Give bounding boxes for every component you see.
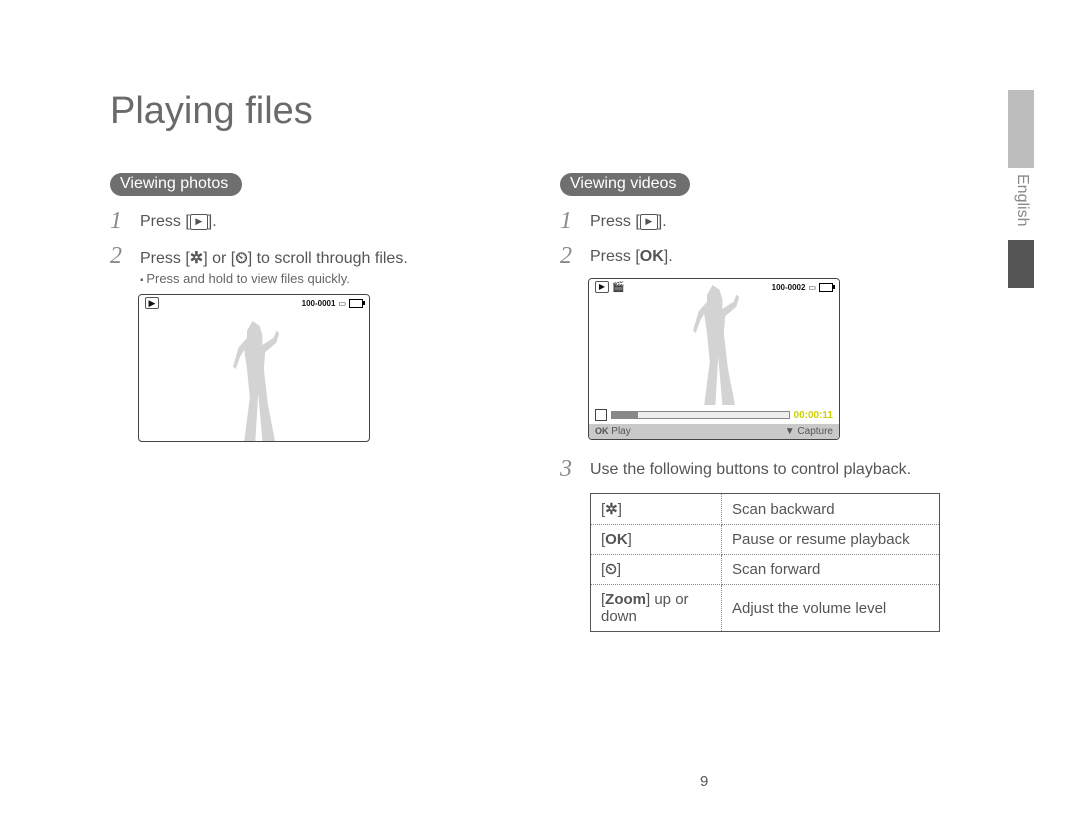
ok-icon: OK — [640, 248, 664, 265]
heading-viewing-videos: Viewing videos — [560, 173, 690, 196]
step-text: Press [OK]. — [590, 243, 673, 270]
timer-icon: ⏲ — [605, 561, 617, 578]
progress-bar — [611, 411, 790, 419]
elapsed-time: 00:00:11 — [794, 410, 833, 421]
step-text: Press [✲] or [⏲] to scroll through files… — [140, 243, 408, 286]
step-subtext: Press and hold to view files quickly. — [140, 271, 408, 286]
card-icon: ▭ — [808, 283, 816, 292]
playback-mode-icon: ▶ — [145, 297, 159, 309]
table-cell-action: Scan backward — [722, 494, 940, 525]
playback-mode-icon: ▶ — [595, 281, 609, 293]
table-row: [⏲] Scan forward — [591, 555, 940, 585]
table-row: [OK] Pause or resume playback — [591, 525, 940, 555]
flash-icon: ✲ — [605, 501, 618, 518]
silhouette — [679, 285, 749, 405]
file-counter: 100-0001 — [302, 299, 336, 308]
battery-icon — [819, 283, 833, 292]
ok-icon: OK — [605, 531, 628, 548]
step-text: Press [▶]. — [140, 208, 217, 235]
controls-table: [✲] Scan backward [OK] Pause or resume p… — [590, 493, 940, 632]
left-column: Viewing photos 1 Press [▶]. 2 Press [✲] … — [110, 173, 510, 632]
step-number: 2 — [110, 243, 140, 286]
heading-viewing-photos: Viewing photos — [110, 173, 242, 196]
table-row: [Zoom] up or down Adjust the volume leve… — [591, 585, 940, 632]
playback-icon: ▶ — [190, 214, 208, 230]
play-label: Play — [611, 426, 630, 437]
table-row: [✲] Scan backward — [591, 494, 940, 525]
video-screenshot: ▶ 🎬 100-0002 ▭ 00:00:11 — [588, 278, 840, 440]
table-cell-button: [OK] — [591, 525, 722, 555]
table-cell-action: Scan forward — [722, 555, 940, 585]
step-number: 1 — [110, 208, 140, 235]
file-counter: 100-0002 — [772, 283, 806, 292]
step-text: Press [▶]. — [590, 208, 667, 235]
video-mode-icon: 🎬 — [612, 282, 624, 293]
photo-screenshot: ▶ 100-0001 ▭ — [138, 294, 370, 442]
table-cell-button: [⏲] — [591, 555, 722, 585]
step-number: 1 — [560, 208, 590, 235]
video-controls: 00:00:11 OK Play ▼ Capture — [589, 405, 839, 439]
table-cell-action: Pause or resume playback — [722, 525, 940, 555]
flash-icon: ✲ — [190, 250, 203, 267]
playback-icon: ▶ — [640, 214, 658, 230]
language-label: English — [1008, 168, 1034, 240]
columns: Viewing photos 1 Press [▶]. 2 Press [✲] … — [110, 173, 980, 632]
manual-page: Playing files Viewing photos 1 Press [▶]… — [0, 0, 1080, 682]
videos-steps-2: 3 Use the following buttons to control p… — [560, 456, 960, 483]
table-cell-button: [✲] — [591, 494, 722, 525]
step-number: 2 — [560, 243, 590, 270]
photos-steps: 1 Press [▶]. 2 Press [✲] or [⏲] to scrol… — [110, 208, 510, 286]
page-number: 9 — [700, 773, 708, 790]
battery-icon — [349, 299, 363, 308]
table-cell-button: [Zoom] up or down — [591, 585, 722, 632]
step-number: 3 — [560, 456, 590, 483]
language-tab: English — [1008, 90, 1034, 288]
videos-steps: 1 Press [▶]. 2 Press [OK]. — [560, 208, 960, 270]
page-title: Playing files — [110, 90, 980, 133]
table-cell-action: Adjust the volume level — [722, 585, 940, 632]
card-icon: ▭ — [338, 299, 346, 308]
timer-icon: ⏲ — [235, 250, 247, 267]
right-column: Viewing videos 1 Press [▶]. 2 Press [OK]… — [560, 173, 960, 632]
capture-label: Capture — [797, 426, 833, 437]
silhouette — [219, 321, 289, 441]
step-text: Use the following buttons to control pla… — [590, 456, 911, 483]
stop-icon — [595, 409, 607, 421]
